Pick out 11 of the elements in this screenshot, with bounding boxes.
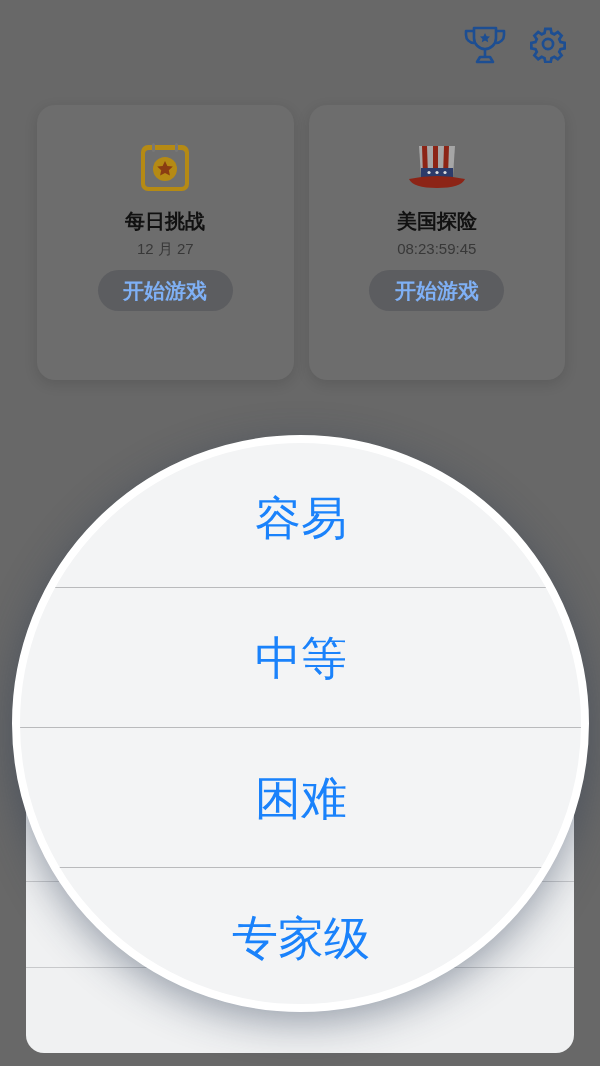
card-title: 美国探险: [396, 209, 477, 234]
difficulty-option[interactable]: 容易: [20, 448, 581, 588]
difficulty-option[interactable]: 中等: [20, 588, 581, 728]
difficulty-option[interactable]: 专家级: [20, 868, 581, 1004]
calendar-star-icon: [139, 141, 192, 193]
settings-icon[interactable]: [529, 25, 567, 63]
difficulty-option[interactable]: 困难: [20, 728, 581, 868]
card-title: 每日挑战: [125, 209, 206, 234]
start-game-button[interactable]: 开始游戏: [369, 270, 505, 311]
start-game-button[interactable]: 开始游戏: [97, 270, 233, 311]
trophy-icon[interactable]: [463, 25, 507, 65]
